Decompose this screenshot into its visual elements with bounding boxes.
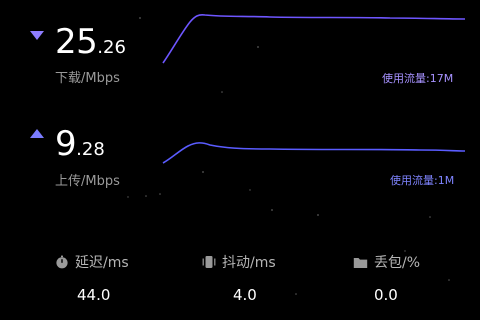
packet-loss-stat: 丢包/% — [353, 252, 420, 272]
upload-usage: 使用流量:1M — [390, 174, 455, 187]
latency-value: 44.0 — [77, 286, 111, 304]
download-graph-line — [162, 13, 466, 64]
latency-label: 延迟/ms — [75, 255, 129, 271]
packet-loss-label: 丢包/% — [374, 255, 421, 271]
vibration-icon — [202, 256, 216, 268]
jitter-stat: 抖动/ms — [202, 252, 276, 272]
jitter-label: 抖动/ms — [222, 255, 276, 271]
download-usage: 使用流量:17M — [382, 72, 454, 85]
folder-icon — [353, 257, 368, 268]
upload-graph-line — [162, 142, 466, 164]
speed-graph — [127, 13, 466, 295]
speed-test-screen: 25.26 下载/Mbps 9.28 上传/Mbps 使用流量:17M 使用流量… — [0, 0, 480, 320]
stopwatch-icon — [56, 255, 68, 269]
packet-loss-value: 0.0 — [374, 286, 398, 304]
latency-stat: 延迟/ms — [55, 252, 129, 272]
jitter-value: 4.0 — [233, 286, 257, 304]
